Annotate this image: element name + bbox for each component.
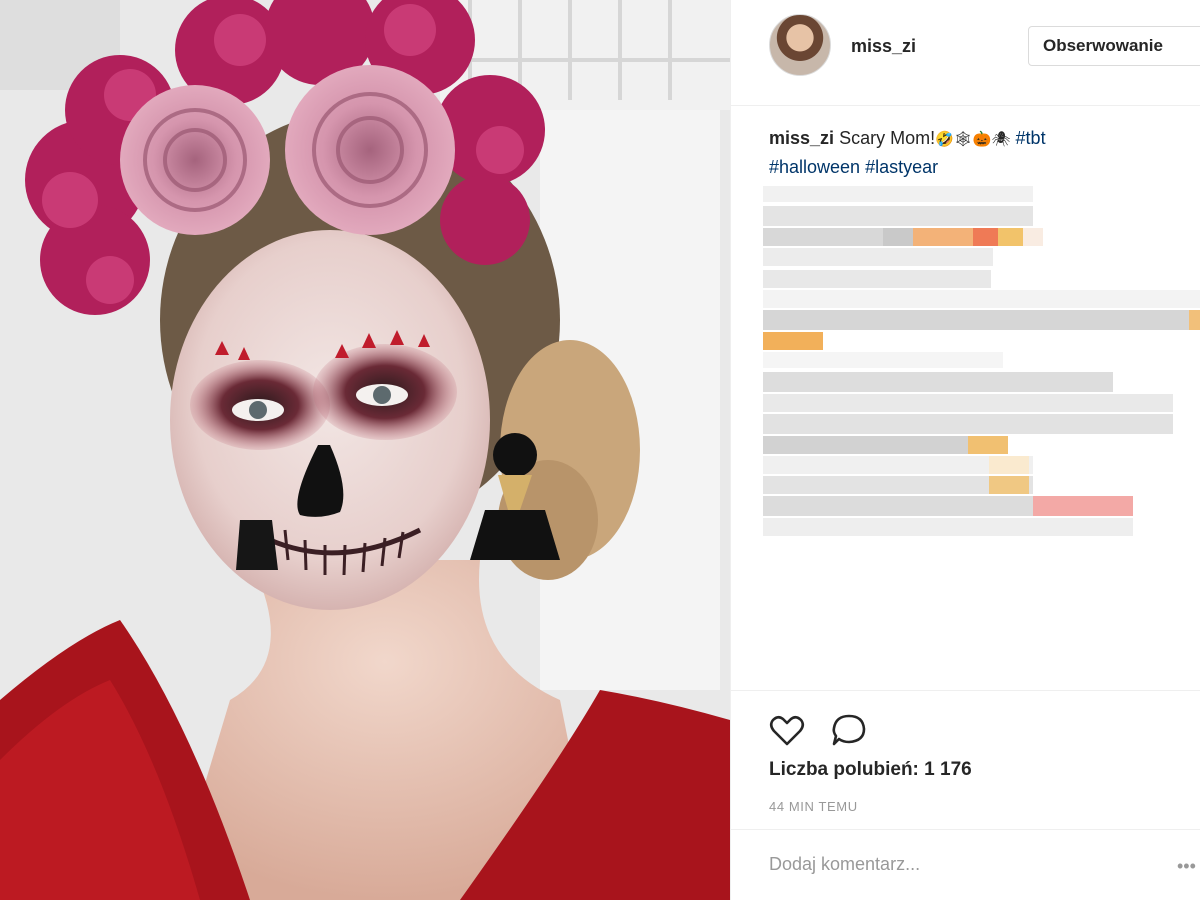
halloween-makeup-photo [0,0,730,900]
post-actions: Liczba polubień: 1 176 44 MIN TEMU ••• [731,690,1200,900]
hashtag-link[interactable]: #tbt [1016,128,1046,148]
avatar[interactable] [769,14,831,76]
post-side-panel: miss_zi Obserwowanie miss_zi Scary Mom!🤣… [730,0,1200,900]
comment-input[interactable] [769,844,1169,884]
caption-emojis: 🤣🕸🎃🕷 [935,130,1011,148]
pixelated-caption-block [763,182,1200,542]
post-photo[interactable] [0,0,730,900]
following-button[interactable]: Obserwowanie [1028,26,1200,66]
more-options-icon[interactable]: ••• [1177,856,1196,877]
caption-text: Scary Mom! [839,128,936,148]
hashtag-link[interactable]: #lastyear [865,157,938,177]
username[interactable]: miss_zi [851,36,916,57]
post-caption: miss_zi Scary Mom!🤣🕸🎃🕷 #tbt #halloween #… [769,124,1179,181]
comment-section: ••• [731,829,1200,900]
speech-bubble-icon[interactable] [829,711,869,751]
caption-username[interactable]: miss_zi [769,128,834,148]
heart-icon[interactable] [767,711,807,751]
post-header: miss_zi Obserwowanie [731,0,1200,106]
post-timestamp[interactable]: 44 MIN TEMU [769,799,858,814]
likes-count[interactable]: Liczba polubień: 1 176 [769,759,972,781]
hashtag-link[interactable]: #halloween [769,157,860,177]
